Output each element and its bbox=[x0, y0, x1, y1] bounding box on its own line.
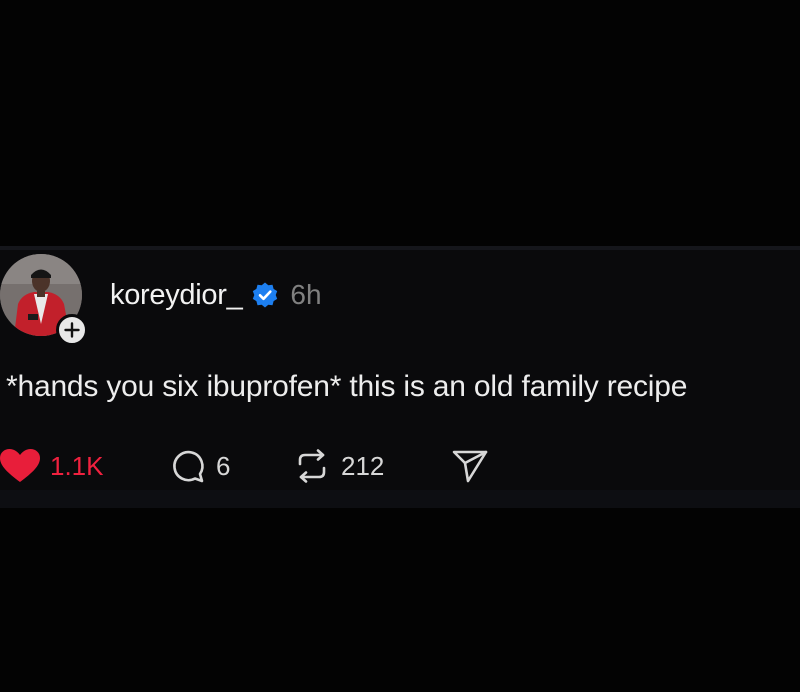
like-button[interactable]: 1.1K bbox=[0, 446, 104, 486]
speech-bubble-icon bbox=[173, 450, 204, 483]
like-count: 1.1K bbox=[50, 450, 104, 481]
post-card[interactable]: koreydior_ 6h *hands you six ibuprofen* … bbox=[0, 246, 800, 508]
reply-button[interactable]: 6 bbox=[170, 446, 230, 486]
card-footer-strip bbox=[0, 490, 800, 508]
plus-icon bbox=[64, 322, 80, 338]
verified-badge-icon bbox=[253, 282, 278, 308]
share-button[interactable] bbox=[451, 446, 489, 486]
avatar-container[interactable] bbox=[0, 254, 90, 346]
post-text: *hands you six ibuprofen* this is an old… bbox=[6, 370, 688, 403]
heart-filled-icon bbox=[0, 449, 40, 482]
username[interactable]: koreydior_ bbox=[110, 279, 243, 312]
repost-count: 212 bbox=[341, 450, 385, 481]
paper-plane-icon bbox=[452, 450, 488, 483]
post-header: koreydior_ 6h bbox=[110, 275, 322, 315]
follow-button[interactable] bbox=[56, 314, 88, 346]
repost-button[interactable]: 212 bbox=[293, 446, 384, 486]
repost-arrows-icon bbox=[298, 449, 326, 483]
post-actions: 1.1K 6 212 bbox=[0, 446, 800, 486]
post-timestamp: 6h bbox=[290, 279, 322, 310]
reply-count: 6 bbox=[216, 450, 231, 481]
